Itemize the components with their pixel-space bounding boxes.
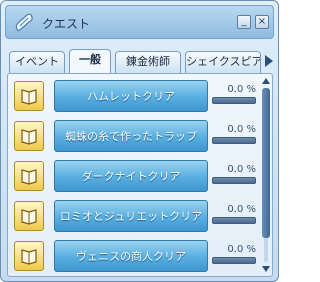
tab-general[interactable]: 一般 bbox=[69, 49, 111, 73]
window-title: クエスト bbox=[42, 17, 91, 31]
progress-bar bbox=[212, 137, 256, 144]
quest-row: 蜘蛛の糸で作ったトラップ 0.0 % bbox=[14, 118, 256, 154]
quest-name-button[interactable]: 蜘蛛の糸で作ったトラップ bbox=[54, 120, 208, 152]
quest-list: ハムレットクリア 0.0 % 蜘蛛の糸で作ったトラップ 0.0 % ダークナイト… bbox=[7, 73, 273, 277]
quest-row: ヴェニスの商人クリア 0.0 % bbox=[14, 238, 256, 274]
quest-book-icon bbox=[14, 161, 44, 191]
progress-percent: 0.0 % bbox=[227, 244, 256, 255]
quest-progress: 0.0 % bbox=[210, 244, 258, 268]
quest-row: ロミオとジュリエットクリア 0.0 % bbox=[14, 198, 256, 234]
triangle-right-icon[interactable] bbox=[264, 53, 274, 69]
quest-window: クエスト _ × イベント 一般 錬金術師 シェイクスピア ハムレットクリア 0… bbox=[0, 0, 279, 282]
scroll-track[interactable] bbox=[262, 88, 270, 262]
quest-name-button[interactable]: ハムレットクリア bbox=[54, 80, 208, 112]
progress-percent: 0.0 % bbox=[227, 124, 256, 135]
tab-event[interactable]: イベント bbox=[9, 51, 65, 73]
quest-row: ダークナイトクリア 0.0 % bbox=[14, 158, 256, 194]
quest-name-button[interactable]: ロミオとジュリエットクリア bbox=[54, 200, 208, 232]
tab-alchemist[interactable]: 錬金術師 bbox=[115, 51, 181, 73]
quest-list-scrollbar[interactable] bbox=[262, 76, 270, 274]
quest-scroll-icon bbox=[11, 10, 37, 36]
quest-progress: 0.0 % bbox=[210, 164, 258, 188]
progress-percent: 0.0 % bbox=[227, 164, 256, 175]
quest-progress: 0.0 % bbox=[210, 204, 258, 228]
scroll-up-icon[interactable] bbox=[262, 76, 270, 86]
quest-book-icon bbox=[14, 201, 44, 231]
progress-bar bbox=[212, 217, 256, 224]
quest-book-icon bbox=[14, 241, 44, 271]
scroll-thumb[interactable] bbox=[262, 88, 270, 238]
title-bar[interactable]: クエスト _ × bbox=[5, 5, 274, 39]
minimize-button[interactable]: _ bbox=[237, 15, 251, 29]
tab-shakespeare[interactable]: シェイクスピア bbox=[185, 51, 261, 73]
progress-bar bbox=[212, 257, 256, 264]
quest-name-button[interactable]: ダークナイトクリア bbox=[54, 160, 208, 192]
quest-name-button[interactable]: ヴェニスの商人クリア bbox=[54, 240, 208, 272]
quest-progress: 0.0 % bbox=[210, 124, 258, 148]
progress-bar bbox=[212, 177, 256, 184]
category-tabs: イベント 一般 錬金術師 シェイクスピア bbox=[7, 49, 273, 73]
close-button[interactable]: × bbox=[255, 15, 269, 29]
quest-progress: 0.0 % bbox=[210, 84, 258, 108]
progress-bar bbox=[212, 97, 256, 104]
scroll-down-icon[interactable] bbox=[262, 264, 270, 274]
quest-row: ハムレットクリア 0.0 % bbox=[14, 78, 256, 114]
quest-book-icon bbox=[14, 121, 44, 151]
progress-percent: 0.0 % bbox=[227, 84, 256, 95]
progress-percent: 0.0 % bbox=[227, 204, 256, 215]
quest-book-icon bbox=[14, 81, 44, 111]
